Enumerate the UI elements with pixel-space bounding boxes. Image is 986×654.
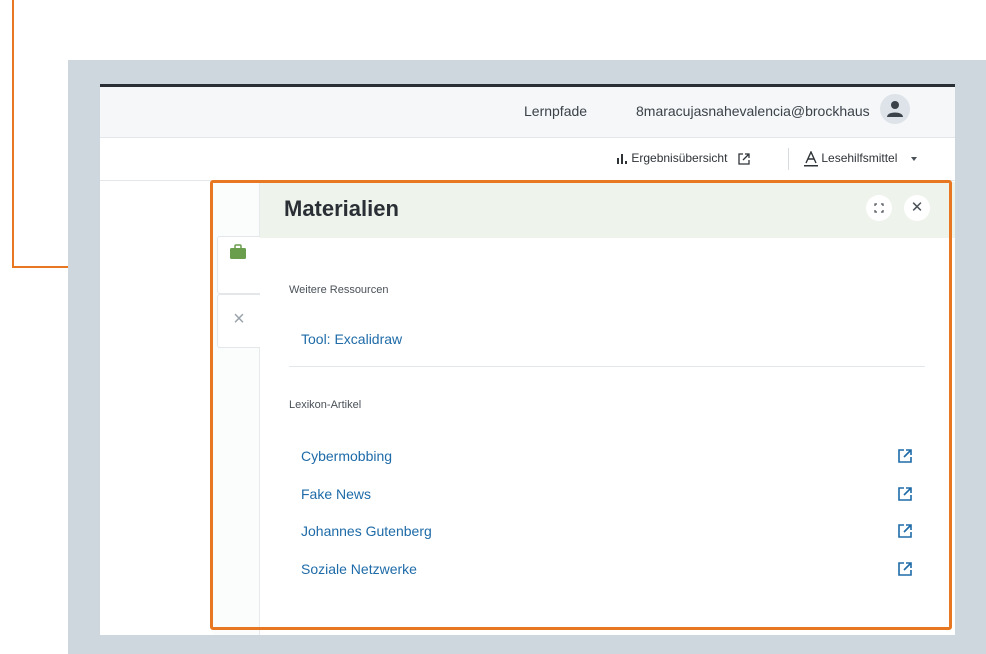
app-header: Lernpfade 8maracujasnahevalencia@brockha… bbox=[100, 87, 955, 138]
close-icon: ✕ bbox=[910, 199, 924, 216]
panel-body: Weitere Ressourcen Tool: Excalidraw Lexi… bbox=[260, 238, 955, 635]
caret-down-icon bbox=[910, 157, 917, 161]
external-link-icon[interactable] bbox=[897, 523, 913, 539]
lexicon-link-soziale-netzwerke[interactable]: Soziale Netzwerke bbox=[301, 561, 417, 577]
lexicon-heading: Lexikon-Artikel bbox=[289, 399, 362, 411]
toolbar: Ergebnisübersicht Lesehilfsmittel bbox=[100, 138, 955, 181]
close-icon: × bbox=[233, 308, 245, 330]
reading-aids-dropdown[interactable]: Lesehilfsmittel bbox=[804, 151, 919, 167]
expand-icon bbox=[874, 203, 884, 213]
text-underline-icon bbox=[804, 151, 818, 167]
lexicon-link-fake-news[interactable]: Fake News bbox=[301, 486, 371, 502]
external-link-icon[interactable] bbox=[897, 561, 913, 577]
user-avatar[interactable] bbox=[880, 94, 910, 124]
panel-title: Materialien bbox=[284, 196, 399, 221]
reading-aids-label: Lesehilfsmittel bbox=[821, 151, 898, 166]
bar-chart-icon bbox=[617, 153, 627, 164]
tab-materials[interactable] bbox=[217, 236, 260, 294]
external-link-icon[interactable] bbox=[897, 448, 913, 464]
resources-heading: Weitere Ressourcen bbox=[289, 284, 389, 296]
section-divider bbox=[289, 366, 925, 367]
nav-link-lernpfade[interactable]: Lernpfade bbox=[524, 103, 587, 119]
expand-button[interactable] bbox=[866, 195, 892, 221]
app-window: Lernpfade 8maracujasnahevalencia@brockha… bbox=[100, 84, 955, 635]
briefcase-icon bbox=[230, 244, 246, 259]
lexicon-link-johannes-gutenberg[interactable]: Johannes Gutenberg bbox=[301, 523, 432, 539]
tab-close-button[interactable]: × bbox=[217, 294, 260, 348]
external-link-icon[interactable] bbox=[897, 486, 913, 502]
annotation-callout-line bbox=[12, 0, 14, 268]
resource-link-excalidraw[interactable]: Tool: Excalidraw bbox=[301, 331, 402, 347]
results-overview-label: Ergebnisübersicht bbox=[631, 151, 728, 165]
external-link-icon bbox=[738, 153, 750, 165]
results-overview-button[interactable]: Ergebnisübersicht bbox=[616, 151, 751, 166]
user-icon bbox=[887, 101, 903, 117]
user-email[interactable]: 8maracujasnahevalencia@brockhaus bbox=[636, 103, 874, 119]
panel-close-button[interactable]: ✕ bbox=[904, 195, 930, 221]
lexicon-link-cybermobbing[interactable]: Cybermobbing bbox=[301, 448, 392, 464]
toolbar-separator bbox=[788, 148, 789, 170]
panel-header: Materialien ✕ bbox=[260, 182, 955, 238]
